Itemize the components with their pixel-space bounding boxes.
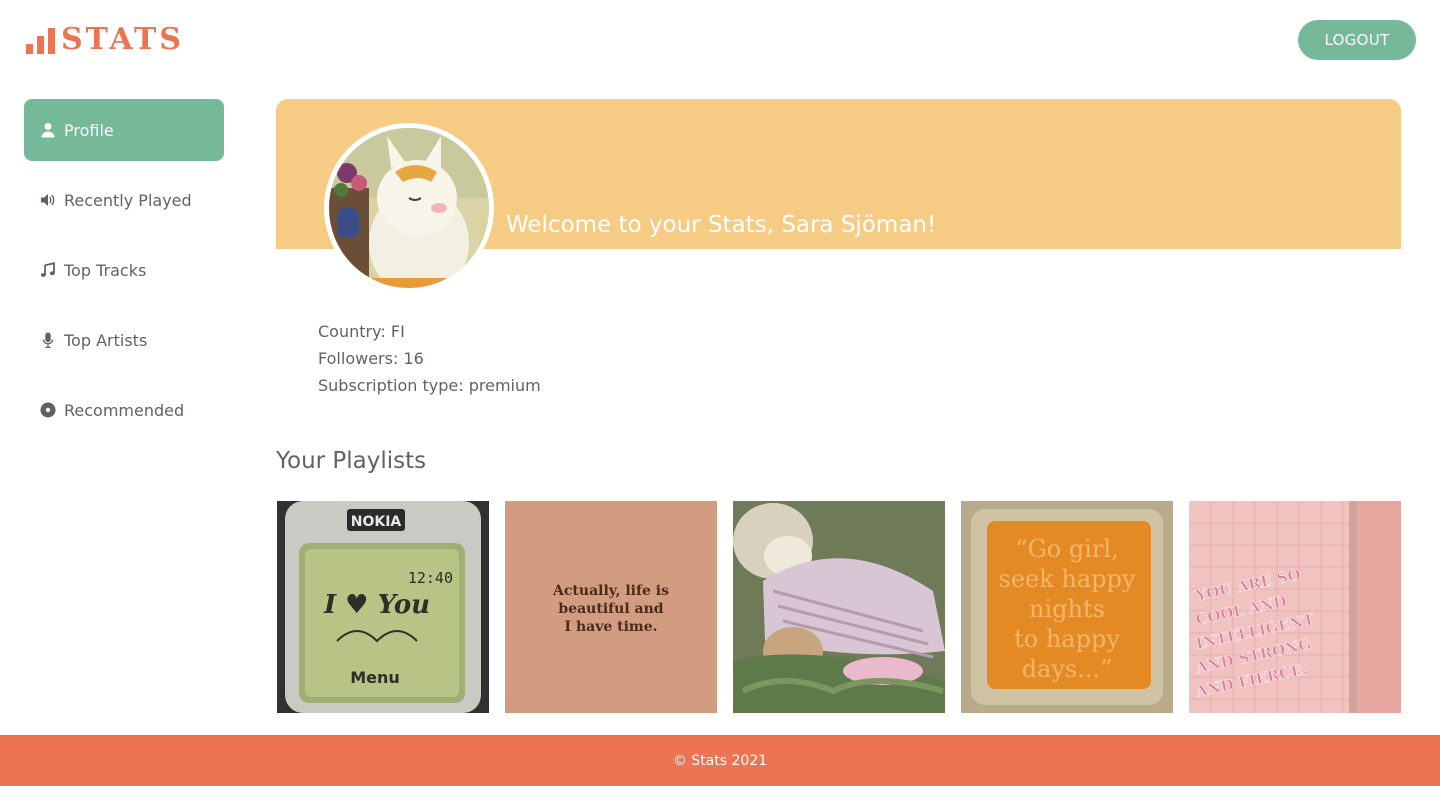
cover-line: Actually, life is	[552, 583, 669, 599]
logo-bars-icon	[26, 28, 55, 54]
page-footer: © Stats 2021	[0, 735, 1440, 786]
sidebar-item-recommended[interactable]: Recommended	[24, 379, 224, 441]
playlist-card[interactable]: Actually, life is beautiful and I have t…	[505, 501, 717, 713]
cover-line: to happy	[1014, 625, 1120, 653]
stats-logo[interactable]: STATS	[26, 22, 184, 57]
record-icon	[40, 402, 56, 418]
sidebar-item-label: Top Tracks	[64, 260, 147, 280]
playlist-card[interactable]: YOU ARE SO COOL AND INTELLIGENT AND STRO…	[1189, 501, 1401, 713]
cover-line: I have time.	[565, 619, 658, 635]
cover-line: beautiful and	[558, 601, 663, 617]
speaker-icon	[40, 192, 56, 208]
playlists-heading: Your Playlists	[276, 448, 427, 474]
cover-line: nights	[1029, 595, 1105, 623]
welcome-heading: Welcome to your Stats, Sara Sjöman!	[506, 212, 937, 238]
sidebar-item-label: Profile	[64, 120, 114, 140]
microphone-icon	[40, 332, 56, 348]
copyright-text: © Stats 2021	[672, 752, 768, 769]
cover-line: “Go girl,	[1015, 535, 1118, 563]
followers-text: Followers: 16	[318, 349, 424, 368]
cover-line: days...”	[1022, 655, 1113, 683]
logout-button[interactable]: LOGOUT	[1298, 20, 1416, 60]
playlist-cover-image: “Go girl, seek happy nights to happy day…	[961, 501, 1173, 713]
avatar	[324, 123, 494, 293]
avatar-image	[329, 128, 489, 288]
sidebar-item-top-artists[interactable]: Top Artists	[24, 309, 224, 371]
sidebar-item-top-tracks[interactable]: Top Tracks	[24, 239, 224, 301]
sidebar-item-label: Top Artists	[64, 330, 148, 350]
playlist-card[interactable]: NOKIA 12:40 I ♥ You Menu	[277, 501, 489, 713]
country-text: Country: FI	[318, 322, 405, 341]
playlist-cover-image	[733, 501, 945, 713]
sidebar-item-profile[interactable]: Profile	[24, 99, 224, 161]
user-icon	[40, 122, 56, 138]
logo-text: STATS	[61, 22, 184, 57]
playlist-cover-image: Actually, life is beautiful and I have t…	[505, 501, 717, 713]
sidebar-item-label: Recently Played	[64, 190, 192, 210]
playlist-cover-image: YOU ARE SO COOL AND INTELLIGENT AND STRO…	[1189, 501, 1401, 713]
sidebar-item-recently-played[interactable]: Recently Played	[24, 169, 224, 231]
sidebar-item-label: Recommended	[64, 400, 185, 420]
sidebar-nav: Profile Recently Played Top Tracks Top A…	[24, 99, 224, 449]
cover-line: seek happy	[999, 565, 1136, 593]
nokia-brand-text: NOKIA	[351, 514, 402, 530]
playlist-card[interactable]: “Go girl, seek happy nights to happy day…	[961, 501, 1173, 713]
music-note-icon	[40, 262, 56, 278]
phone-love-text: I ♥ You	[323, 590, 430, 620]
subscription-text: Subscription type: premium	[318, 376, 541, 395]
playlist-cover-image: NOKIA 12:40 I ♥ You Menu	[277, 501, 489, 713]
phone-menu-text: Menu	[350, 668, 400, 687]
profile-info: Country: FI Followers: 16 Subscription t…	[318, 318, 541, 399]
phone-time-text: 12:40	[408, 569, 453, 587]
playlist-card[interactable]	[733, 501, 945, 713]
